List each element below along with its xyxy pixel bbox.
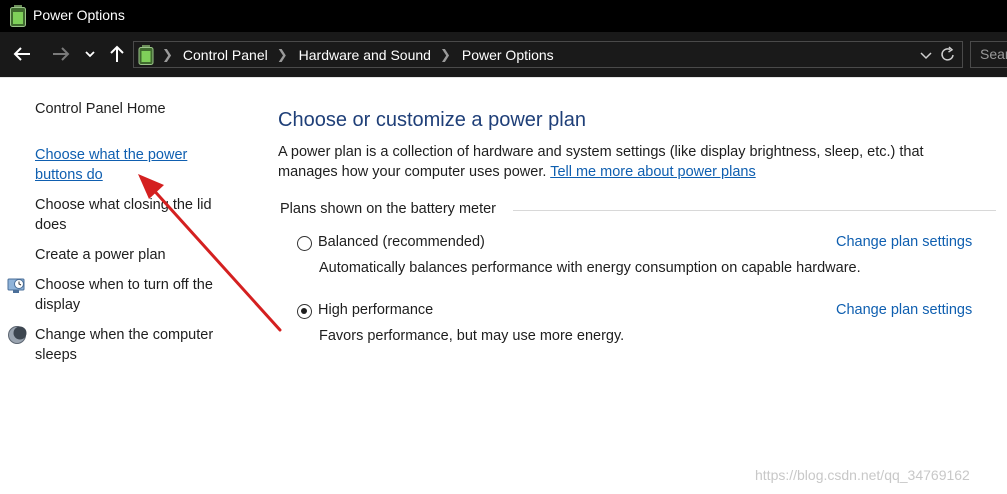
battery-icon: [138, 45, 154, 65]
breadcrumb-separator[interactable]: ❯: [277, 47, 288, 63]
learn-more-link[interactable]: Tell me more about power plans: [550, 164, 756, 180]
up-arrow-icon: [110, 45, 124, 62]
address-bar[interactable]: ❯ Control Panel ❯ Hardware and Sound ❯ P…: [133, 41, 963, 68]
plans-group-label: Plans shown on the battery meter: [280, 201, 497, 217]
back-arrow-icon: [13, 47, 30, 61]
breadcrumb-separator[interactable]: ❯: [162, 47, 173, 63]
group-divider: [513, 210, 996, 211]
closing-lid-link[interactable]: Choose what closing the lid does: [35, 195, 230, 235]
control-panel-home-link[interactable]: Control Panel Home: [35, 99, 235, 119]
navigation-bar: ❯ Control Panel ❯ Hardware and Sound ❯ P…: [0, 32, 1007, 77]
plan-description: Favors performance, but may use more ene…: [319, 328, 625, 344]
plan-name[interactable]: Balanced (recommended): [318, 234, 485, 250]
refresh-icon: [941, 46, 954, 61]
plan-radio-balanced[interactable]: [297, 236, 312, 251]
chevron-down-icon: [85, 51, 95, 58]
create-power-plan-link[interactable]: Create a power plan: [35, 245, 235, 265]
moon-icon: [8, 326, 27, 344]
back-button[interactable]: [10, 42, 34, 66]
breadcrumb: ❯ Control Panel ❯ Hardware and Sound ❯ P…: [162, 42, 554, 67]
turn-off-display-link[interactable]: Choose when to turn off the display: [35, 275, 230, 315]
task-pane: Control Panel Home Choose what the power…: [0, 78, 245, 494]
breadcrumb-control-panel[interactable]: Control Panel: [183, 47, 268, 63]
change-plan-settings-link[interactable]: Change plan settings: [836, 302, 972, 318]
display-icon: [7, 278, 25, 293]
forward-arrow-icon: [53, 47, 70, 61]
watermark: https://blog.csdn.net/qq_34769162: [755, 467, 970, 483]
forward-button[interactable]: [49, 42, 73, 66]
search-input[interactable]: Sear: [970, 41, 1007, 68]
computer-sleeps-link[interactable]: Change when the computer sleeps: [35, 325, 230, 365]
title-bar: Power Options: [0, 0, 1007, 32]
refresh-button[interactable]: [940, 46, 956, 68]
battery-icon: [10, 5, 26, 27]
power-buttons-link[interactable]: Choose what the power buttons do: [35, 145, 205, 185]
plan-name[interactable]: High performance: [318, 302, 433, 318]
chevron-down-icon: [920, 52, 932, 60]
plan-description: Automatically balances performance with …: [319, 260, 861, 276]
page-title: Choose or customize a power plan: [278, 109, 586, 131]
change-plan-settings-link[interactable]: Change plan settings: [836, 234, 972, 250]
page-description: A power plan is a collection of hardware…: [278, 142, 978, 182]
breadcrumb-power-options[interactable]: Power Options: [462, 47, 554, 63]
breadcrumb-hardware-and-sound[interactable]: Hardware and Sound: [299, 47, 431, 63]
breadcrumb-separator[interactable]: ❯: [440, 47, 451, 63]
plan-radio-high-performance[interactable]: [297, 304, 312, 319]
window-title: Power Options: [33, 7, 125, 23]
recent-locations-button[interactable]: [80, 42, 100, 66]
address-history-button[interactable]: [920, 48, 932, 66]
up-button[interactable]: [105, 42, 129, 66]
